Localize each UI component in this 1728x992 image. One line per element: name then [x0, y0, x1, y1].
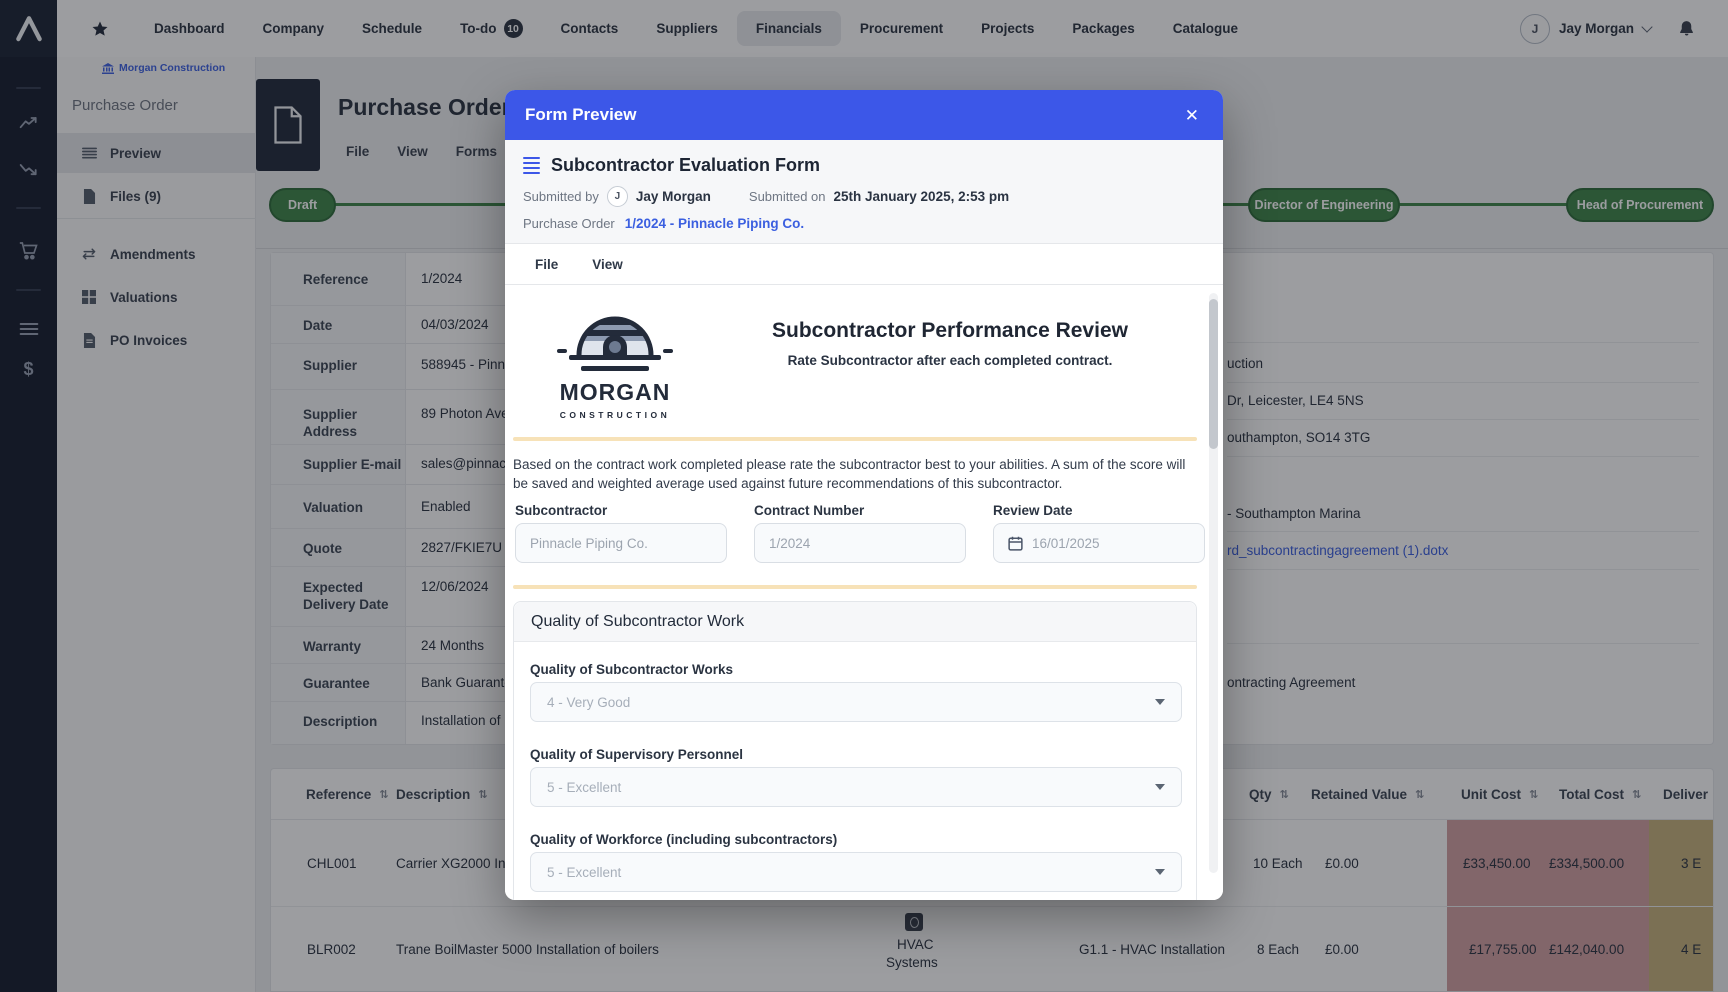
calendar-icon	[1008, 536, 1023, 551]
quality-section: Quality of Subcontractor Work Quality of…	[513, 601, 1197, 900]
modal-scrollbar-thumb[interactable]	[1209, 299, 1218, 449]
modal-header: Form Preview ✕	[505, 90, 1223, 140]
form-lines-icon	[523, 157, 540, 175]
app-window: Dashboard Company Schedule To-do 10 Cont…	[0, 0, 1728, 992]
dropdown-chevron-icon	[1155, 699, 1165, 705]
po-label: Purchase Order	[523, 216, 615, 231]
modal-tabs: File View	[505, 243, 1223, 285]
form-title: Subcontractor Evaluation Form	[551, 155, 820, 176]
dome-logo-icon	[555, 293, 675, 377]
question-label: Quality of Supervisory Personnel	[530, 747, 743, 762]
question-label: Quality of Workforce (including subcontr…	[530, 832, 837, 847]
subcontractor-input[interactable]: Pinnacle Piping Co.	[515, 523, 727, 563]
quality-supervisory-dropdown[interactable]: 5 - Excellent	[530, 767, 1182, 807]
logo-wordmark: MORGAN	[555, 379, 675, 406]
submitter-name: Jay Morgan	[636, 189, 711, 204]
section-divider	[513, 437, 1197, 441]
submitted-by-label: Submitted by	[523, 189, 599, 204]
review-date-input[interactable]: 16/01/2025	[993, 523, 1205, 563]
field-label-contract-number: Contract Number	[754, 503, 864, 518]
section-header: Quality of Subcontractor Work	[514, 602, 1196, 642]
modal-po-row: Purchase Order 1/2024 - Pinnacle Piping …	[523, 216, 1205, 231]
section-divider	[513, 585, 1197, 589]
dropdown-chevron-icon	[1155, 784, 1165, 790]
question-label: Quality of Subcontractor Works	[530, 662, 733, 677]
doc-subtitle: Rate Subcontractor after each completed …	[715, 353, 1185, 368]
po-link[interactable]: 1/2024 - Pinnacle Piping Co.	[625, 216, 804, 231]
modal-info-section: Subcontractor Evaluation Form Submitted …	[505, 140, 1223, 243]
modal-title: Form Preview	[525, 105, 637, 125]
quality-workforce-dropdown[interactable]: 5 - Excellent	[530, 852, 1182, 892]
dropdown-chevron-icon	[1155, 869, 1165, 875]
contract-number-input[interactable]: 1/2024	[754, 523, 966, 563]
field-label-review-date: Review Date	[993, 503, 1073, 518]
submitter-avatar: J	[607, 186, 628, 207]
submission-meta: Submitted by J Jay Morgan Submitted on 2…	[523, 186, 1205, 207]
tab-view[interactable]: View	[592, 257, 623, 272]
quality-works-dropdown[interactable]: 4 - Very Good	[530, 682, 1182, 722]
field-label-subcontractor: Subcontractor	[515, 503, 607, 518]
logo-subtitle: CONSTRUCTION	[555, 410, 675, 420]
submitted-on-value: 25th January 2025, 2:53 pm	[834, 189, 1010, 204]
submitted-on-label: Submitted on	[749, 189, 826, 204]
close-icon[interactable]: ✕	[1181, 103, 1203, 128]
doc-intro-text: Based on the contract work completed ple…	[513, 455, 1191, 493]
tab-file[interactable]: File	[535, 257, 558, 272]
form-preview-modal: Form Preview ✕ Subcontractor Evaluation …	[505, 90, 1223, 900]
company-logo: MORGAN CONSTRUCTION	[555, 293, 675, 420]
form-document: MORGAN CONSTRUCTION Subcontractor Perfor…	[505, 285, 1223, 900]
doc-title: Subcontractor Performance Review	[715, 319, 1185, 343]
